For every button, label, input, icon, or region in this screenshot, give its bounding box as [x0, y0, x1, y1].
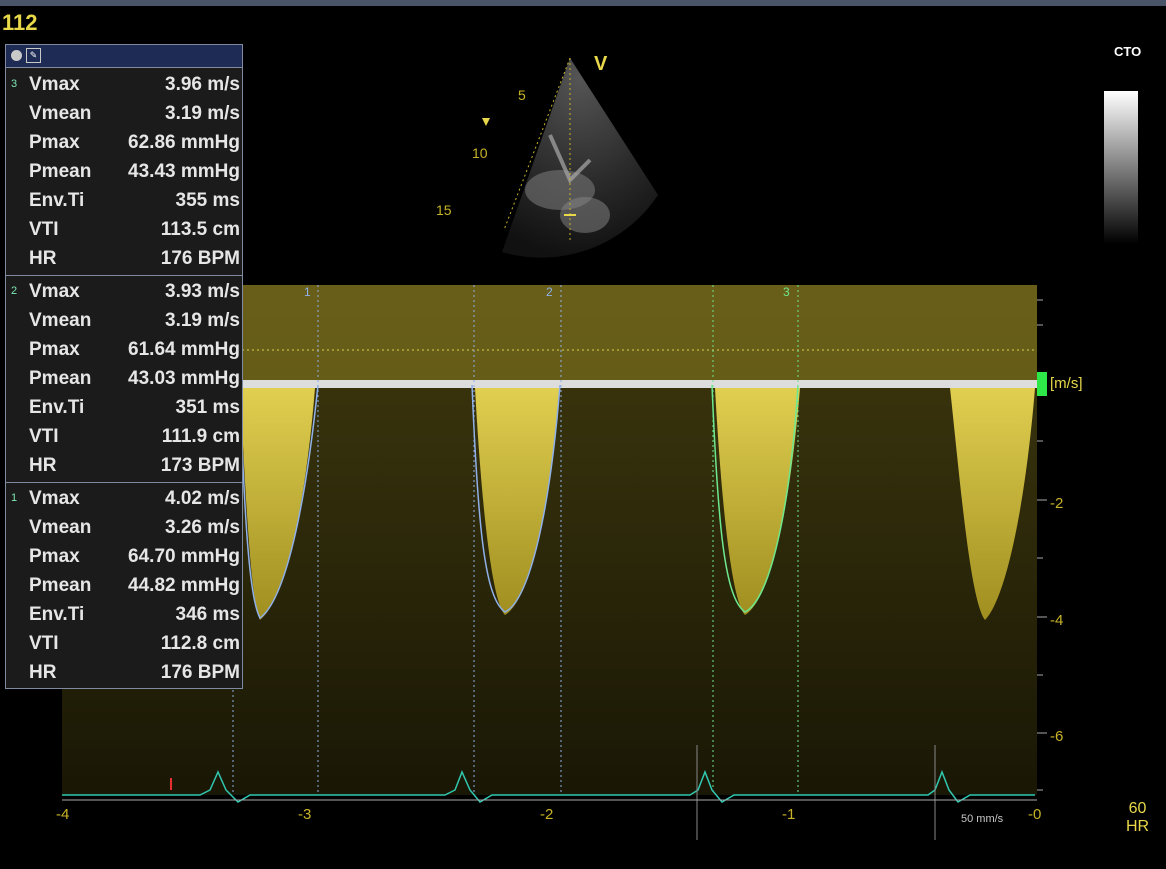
measurement-label: Env.Ti: [29, 190, 85, 211]
panel-toggle-icon[interactable]: [11, 50, 22, 61]
measurement-row: Vmean 3.19 m/s: [6, 306, 242, 335]
heart-rate-unit: HR: [1126, 818, 1150, 835]
measurement-label: Vmax: [29, 281, 80, 302]
measurement-label: Vmax: [29, 74, 80, 95]
measurement-row: Pmean 44.82 mmHg: [6, 571, 242, 600]
measurement-row: Pmax 62.86 mmHg: [6, 128, 242, 157]
measurement-label: Vmean: [29, 517, 92, 538]
measurement-label: Pmean: [29, 575, 92, 596]
measurement-value: 112.8 cm: [160, 633, 240, 654]
measurement-value: 43.03 mmHg: [128, 368, 240, 389]
panel-settings-icon[interactable]: ✎: [26, 48, 41, 63]
measurement-value: 3.26 m/s: [165, 517, 240, 538]
measurement-label: Pmax: [29, 546, 80, 567]
time-tick: -3: [298, 806, 311, 823]
measurement-value: 62.86 mmHg: [128, 132, 240, 153]
measurement-value: 176 BPM: [160, 248, 240, 269]
panel-header[interactable]: ✎: [6, 45, 242, 68]
measurement-value: 111.9 cm: [161, 426, 240, 447]
measurement-row: VTI 111.9 cm: [6, 422, 242, 451]
measurement-panel[interactable]: ✎ 3 Vmax 3.96 m/s Vmean 3.19 m/s Pmax 62.86…: [5, 44, 243, 689]
depth-mark: 10: [472, 145, 488, 161]
measurement-row: HR 176 BPM: [6, 658, 242, 687]
measurement-row: VTI 112.8 cm: [6, 629, 242, 658]
measurement-label: Pmax: [29, 339, 80, 360]
window-title-bar: [0, 0, 1166, 6]
measurement-value: 173 BPM: [160, 455, 240, 476]
measurement-label: Pmax: [29, 132, 80, 153]
measurement-row: Pmean 43.43 mmHg: [6, 157, 242, 186]
measurement-row: Pmax 64.70 mmHg: [6, 542, 242, 571]
time-tick: -2: [540, 806, 553, 823]
measurement-value: 176 BPM: [160, 662, 240, 683]
measurement-label: Vmax: [29, 488, 80, 509]
depth-mark: 5: [518, 87, 526, 103]
measurement-label: Env.Ti: [29, 397, 85, 418]
heart-rate-display: 60 HR: [1126, 800, 1149, 836]
measurement-value: 61.64 mmHg: [128, 339, 240, 360]
measurement-value: 43.43 mmHg: [128, 161, 240, 182]
measurement-label: HR: [29, 248, 57, 269]
cycle-marker-1: 1: [304, 285, 311, 299]
measurement-row: Pmean 43.03 mmHg: [6, 364, 242, 393]
measurement-row: Vmean 3.26 m/s: [6, 513, 242, 542]
probe-label: V: [594, 53, 608, 75]
velocity-tick: -6: [1050, 728, 1063, 745]
cycle-marker-3: 3: [783, 285, 790, 299]
frame-number: 112: [2, 10, 38, 35]
cycle-marker-2: 2: [546, 285, 553, 299]
heart-rate-value: 60: [1128, 800, 1147, 817]
measurement-label: Vmean: [29, 310, 92, 331]
measurement-label: Vmean: [29, 103, 92, 124]
measurement-value: 3.19 m/s: [165, 310, 240, 331]
orientation-marker-icon: [482, 118, 490, 126]
measurement-value: 351 ms: [175, 397, 240, 418]
velocity-tick: -2: [1050, 495, 1063, 512]
measurement-group-3: 3 Vmax 3.96 m/s Vmean 3.19 m/s Pmax 62.86 m…: [6, 70, 242, 273]
measurement-value: 113.5 cm: [160, 219, 240, 240]
depth-mark: 15: [436, 202, 452, 218]
measurement-group-1: 1 Vmax 4.02 m/s Vmean 3.26 m/s Pmax 64.70 m…: [6, 482, 242, 687]
time-tick: -4: [56, 806, 69, 823]
measurement-label: HR: [29, 455, 57, 476]
time-tick: -0: [1028, 806, 1041, 823]
measurement-row: Vmax 4.02 m/s: [6, 484, 242, 513]
velocity-unit-label: [m/s]: [1050, 375, 1083, 392]
measurement-row: Vmean 3.19 m/s: [6, 99, 242, 128]
measurement-label: Pmean: [29, 161, 92, 182]
measurement-label: VTI: [29, 219, 59, 240]
group-divider: [6, 482, 242, 483]
measurement-row: Env.Ti 351 ms: [6, 393, 242, 422]
measurement-value: 3.96 m/s: [165, 74, 240, 95]
velocity-tick: -4: [1050, 612, 1063, 629]
measurement-row: Pmax 61.64 mmHg: [6, 335, 242, 364]
grayscale-bar: [1104, 91, 1138, 244]
measurement-row: VTI 113.5 cm: [6, 215, 242, 244]
sweep-speed: 50 mm/s: [961, 813, 1004, 825]
measurement-value: 355 ms: [175, 190, 240, 211]
measurement-label: HR: [29, 662, 57, 683]
measurement-row: HR 173 BPM: [6, 451, 242, 480]
measurement-value: 3.93 m/s: [165, 281, 240, 302]
measurement-label: VTI: [29, 426, 59, 447]
measurement-label: Pmean: [29, 368, 92, 389]
measurement-value: 3.19 m/s: [165, 103, 240, 124]
measurement-group-2: 2 Vmax 3.93 m/s Vmean 3.19 m/s Pmax 61.64 m…: [6, 275, 242, 480]
time-tick: -1: [782, 806, 795, 823]
measurement-value: 44.82 mmHg: [128, 575, 240, 596]
measurement-row: Vmax 3.96 m/s: [6, 70, 242, 99]
measurement-row: Env.Ti 355 ms: [6, 186, 242, 215]
measurement-value: 346 ms: [175, 604, 240, 625]
measurement-value: 4.02 m/s: [165, 488, 240, 509]
measurement-row: HR 176 BPM: [6, 244, 242, 273]
echo-2d-sector-image: V 5 10 15: [436, 53, 658, 258]
measurement-label: Env.Ti: [29, 604, 85, 625]
measurement-label: VTI: [29, 633, 59, 654]
group-divider: [6, 275, 242, 276]
measurement-row: Vmax 3.93 m/s: [6, 277, 242, 306]
measurement-row: Env.Ti 346 ms: [6, 600, 242, 629]
measurement-value: 64.70 mmHg: [128, 546, 240, 567]
gray-map-label: CTO: [1114, 44, 1142, 59]
